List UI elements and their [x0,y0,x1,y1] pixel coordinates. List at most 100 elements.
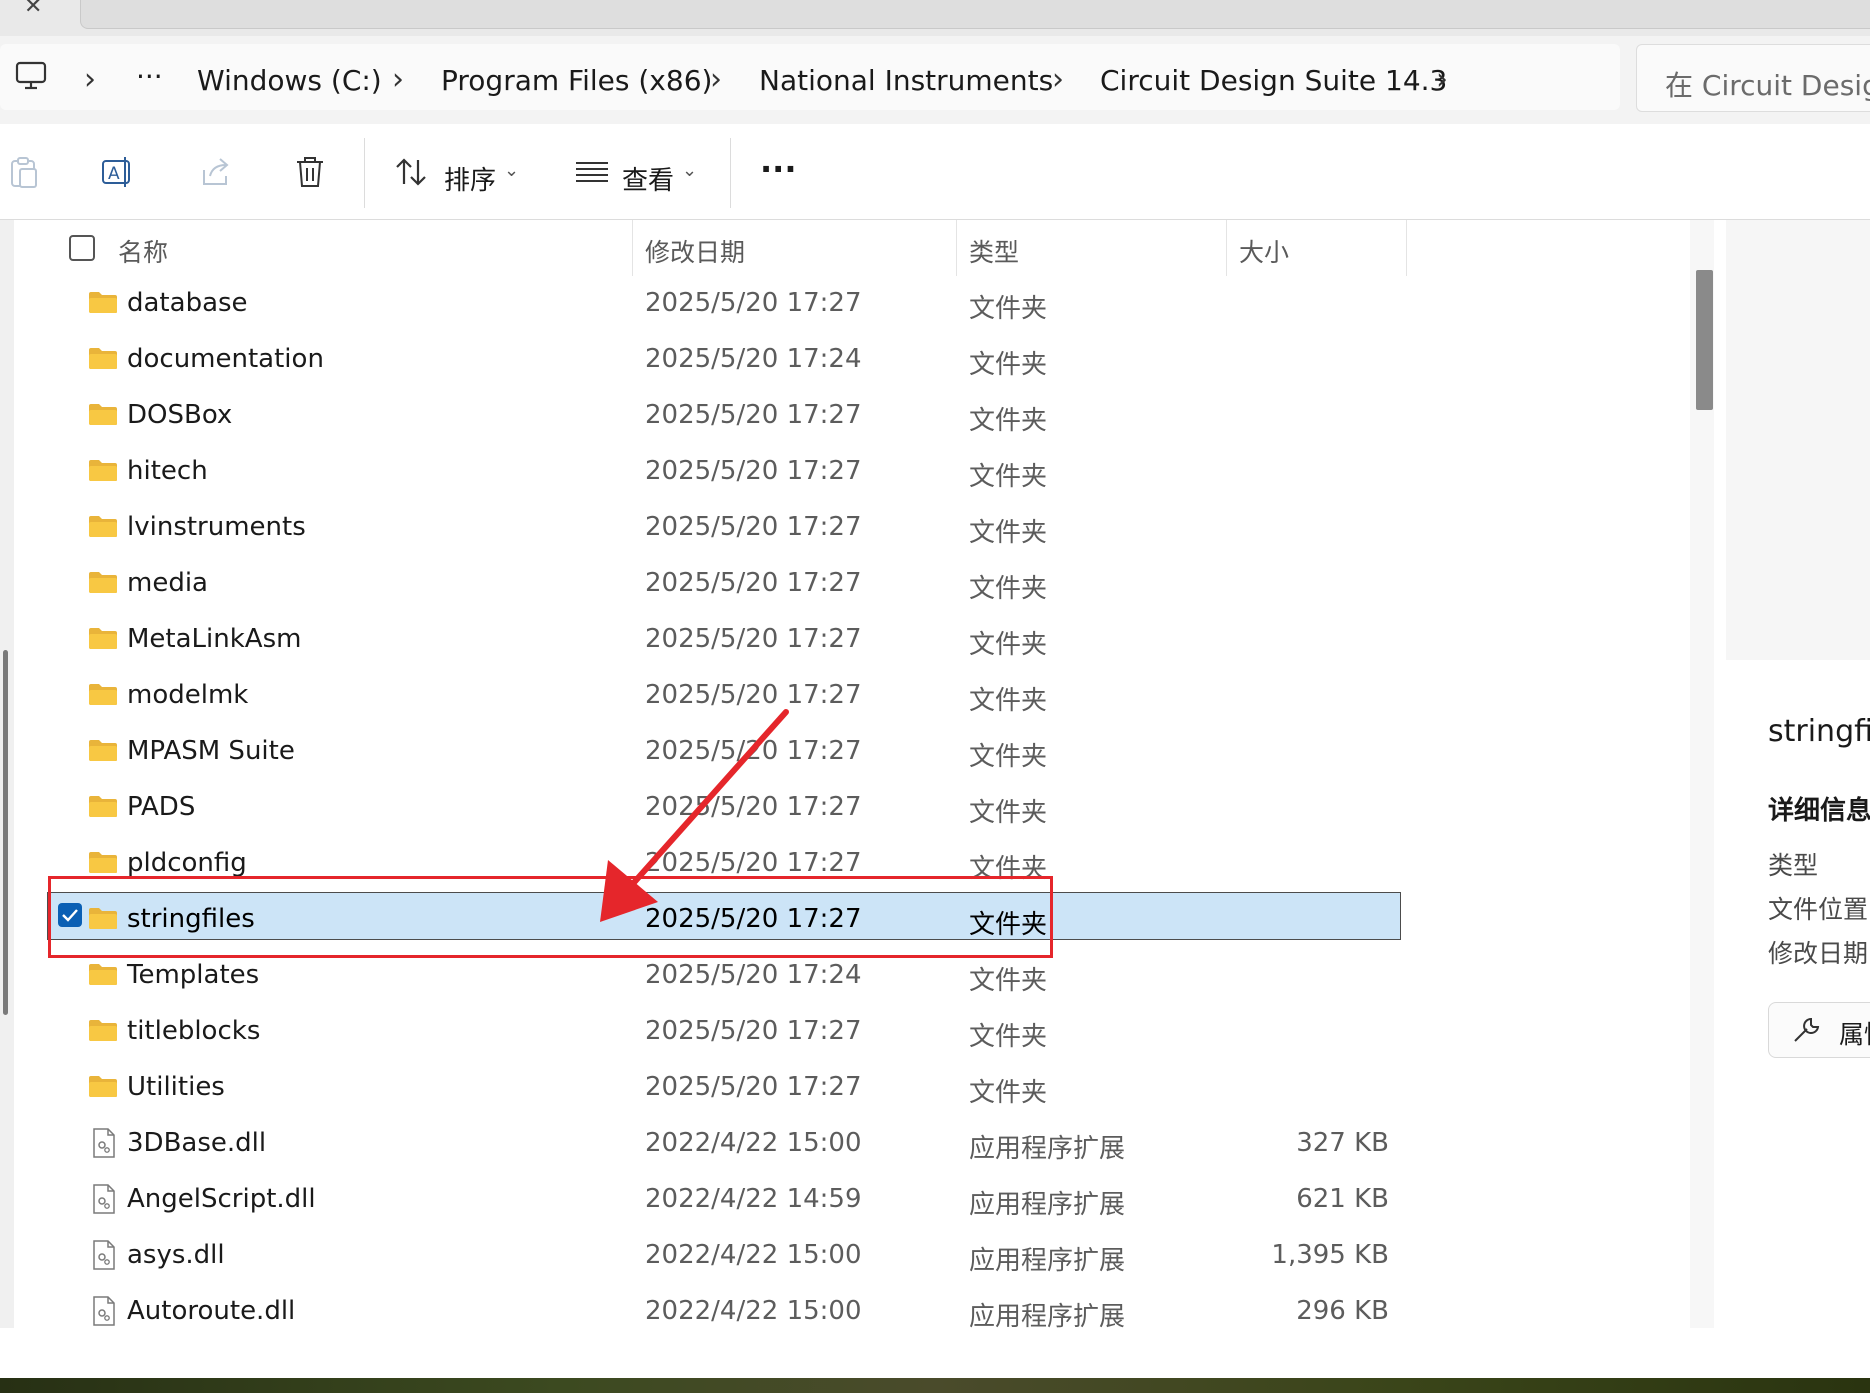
view-button[interactable]: 查看 [622,160,674,197]
folder-icon [89,964,117,985]
chevron-right-icon[interactable]: › [1052,62,1064,97]
navigation-pane-edge [0,220,14,1328]
rename-icon[interactable]: A [100,154,136,190]
chevron-right-icon[interactable]: › [392,62,404,97]
scrollbar-thumb[interactable] [1696,270,1713,410]
desktop-wallpaper [0,1378,1870,1393]
table-row[interactable]: titleblocks 2025/5/20 17:27 文件夹 [14,1004,1404,1060]
properties-button[interactable]: 属性 [1768,1002,1870,1058]
column-modified[interactable]: 修改日期 [645,233,745,269]
chevron-right-icon[interactable]: › [710,62,722,97]
breadcrumb-overflow[interactable]: ··· [136,60,163,93]
file-type: 文件夹 [969,1022,1048,1052]
chevron-down-icon[interactable]: ⌄ [682,160,697,181]
column-header: ⌃ 名称 修改日期 类型 大小 [14,220,1689,276]
list-view-icon[interactable] [574,154,610,190]
file-name: lvinstruments [127,512,306,542]
table-row[interactable]: MetaLinkAsm 2025/5/20 17:27 文件夹 [14,612,1404,668]
breadcrumb-drive[interactable]: Windows (C:) [197,64,382,97]
detail-filename: stringfi [1768,714,1870,749]
nav-pane-scrollbar[interactable] [3,650,8,1015]
file-type: 应用程序扩展 [969,1134,1126,1164]
trash-icon[interactable] [292,154,328,190]
file-type: 文件夹 [969,462,1048,492]
file-modified-date: 2025/5/20 17:27 [645,512,862,542]
file-type: 文件夹 [969,518,1048,548]
file-modified-date: 2025/5/20 17:27 [645,456,862,486]
window-bottom-edge [0,1328,1870,1378]
file-type: 文件夹 [969,798,1048,828]
file-modified-date: 2022/4/22 15:00 [645,1296,862,1326]
breadcrumb-program-files[interactable]: Program Files (x86) [441,64,712,97]
column-divider[interactable] [956,220,957,276]
folder-icon [89,628,117,649]
breadcrumb[interactable]: › ··· Windows (C:) › Program Files (x86)… [0,44,1620,110]
file-type: 文件夹 [969,742,1048,772]
paste-icon[interactable] [6,154,42,190]
tab-strip[interactable] [80,0,1870,29]
breadcrumb-circuit-design-suite[interactable]: Circuit Design Suite 14.3 [1100,64,1447,97]
folder-icon [89,852,117,873]
column-divider[interactable] [1406,220,1407,276]
search-input[interactable]: 在 Circuit Design [1636,44,1870,112]
file-name: Autoroute.dll [127,1296,296,1326]
file-type: 文件夹 [969,686,1048,716]
file-modified-date: 2022/4/22 14:59 [645,1184,862,1214]
details-pane: stringfi 详细信息 类型 文件位置 修改日期 属性 [1726,220,1870,1328]
column-name[interactable]: 名称 [118,233,168,269]
sort-button[interactable]: 排序 [444,160,496,197]
table-row[interactable]: asys.dll 2022/4/22 15:00 应用程序扩展 1,395 KB [14,1228,1404,1284]
share-icon[interactable] [198,154,234,190]
table-row[interactable]: database 2025/5/20 17:27 文件夹 [14,276,1404,332]
file-modified-date: 2025/5/20 17:27 [645,400,862,430]
breadcrumb-national-instruments[interactable]: National Instruments [759,64,1053,97]
folder-icon [89,1076,117,1097]
file-name: Utilities [127,1072,225,1102]
table-row[interactable]: documentation 2025/5/20 17:24 文件夹 [14,332,1404,388]
detail-label-modified: 修改日期 [1768,939,1869,968]
folder-icon [89,1020,117,1041]
computer-icon[interactable] [14,60,48,92]
file-list: ⌃ 名称 修改日期 类型 大小 database 2025/5/20 17:27 文… [14,220,1689,1328]
column-size[interactable]: 大小 [1239,233,1289,269]
folder-icon [89,796,117,817]
detail-heading: 详细信息 [1768,796,1870,826]
file-size: 621 KB [1296,1184,1389,1214]
table-row[interactable]: media 2025/5/20 17:27 文件夹 [14,556,1404,612]
chevron-right-icon[interactable]: › [1436,62,1448,97]
table-row[interactable]: 3DBase.dll 2022/4/22 15:00 应用程序扩展 327 KB [14,1116,1404,1172]
chevron-down-icon[interactable]: ⌄ [504,160,519,181]
table-row[interactable]: lvinstruments 2025/5/20 17:27 文件夹 [14,500,1404,556]
chevron-right-icon[interactable]: › [84,62,96,97]
properties-label: 属性 [1839,1020,1870,1049]
file-name: DOSBox [127,400,233,430]
folder-icon [89,404,117,425]
dll-file-icon [93,1184,115,1214]
file-type: 应用程序扩展 [969,1302,1126,1328]
file-name: Templates [127,960,260,990]
table-row[interactable]: AngelScript.dll 2022/4/22 14:59 应用程序扩展 621 … [14,1172,1404,1228]
file-modified-date: 2025/5/20 17:27 [645,288,862,318]
file-name: database [127,288,248,318]
file-name: documentation [127,344,324,374]
sort-arrows-icon[interactable] [394,154,430,190]
folder-icon [89,684,117,705]
table-row[interactable]: DOSBox 2025/5/20 17:27 文件夹 [14,388,1404,444]
table-row[interactable]: hitech 2025/5/20 17:27 文件夹 [14,444,1404,500]
file-name: hitech [127,456,208,486]
column-type[interactable]: 类型 [969,233,1019,269]
close-tab-icon[interactable]: ✕ [24,0,42,19]
detail-label-location: 文件位置 [1768,895,1869,924]
column-divider[interactable] [632,220,633,276]
column-divider[interactable] [1226,220,1227,276]
file-size: 1,395 KB [1271,1240,1389,1270]
dll-file-icon [93,1128,115,1158]
table-row[interactable]: Utilities 2025/5/20 17:27 文件夹 [14,1060,1404,1116]
table-row[interactable]: Autoroute.dll 2022/4/22 15:00 应用程序扩展 296 KB [14,1284,1404,1328]
toolbar-divider [364,138,365,208]
select-all-checkbox[interactable] [69,235,95,261]
svg-text:A: A [108,164,120,184]
more-options-button[interactable]: ··· [760,150,796,188]
file-type: 文件夹 [969,966,1048,996]
vertical-scrollbar[interactable] [1690,220,1714,1328]
